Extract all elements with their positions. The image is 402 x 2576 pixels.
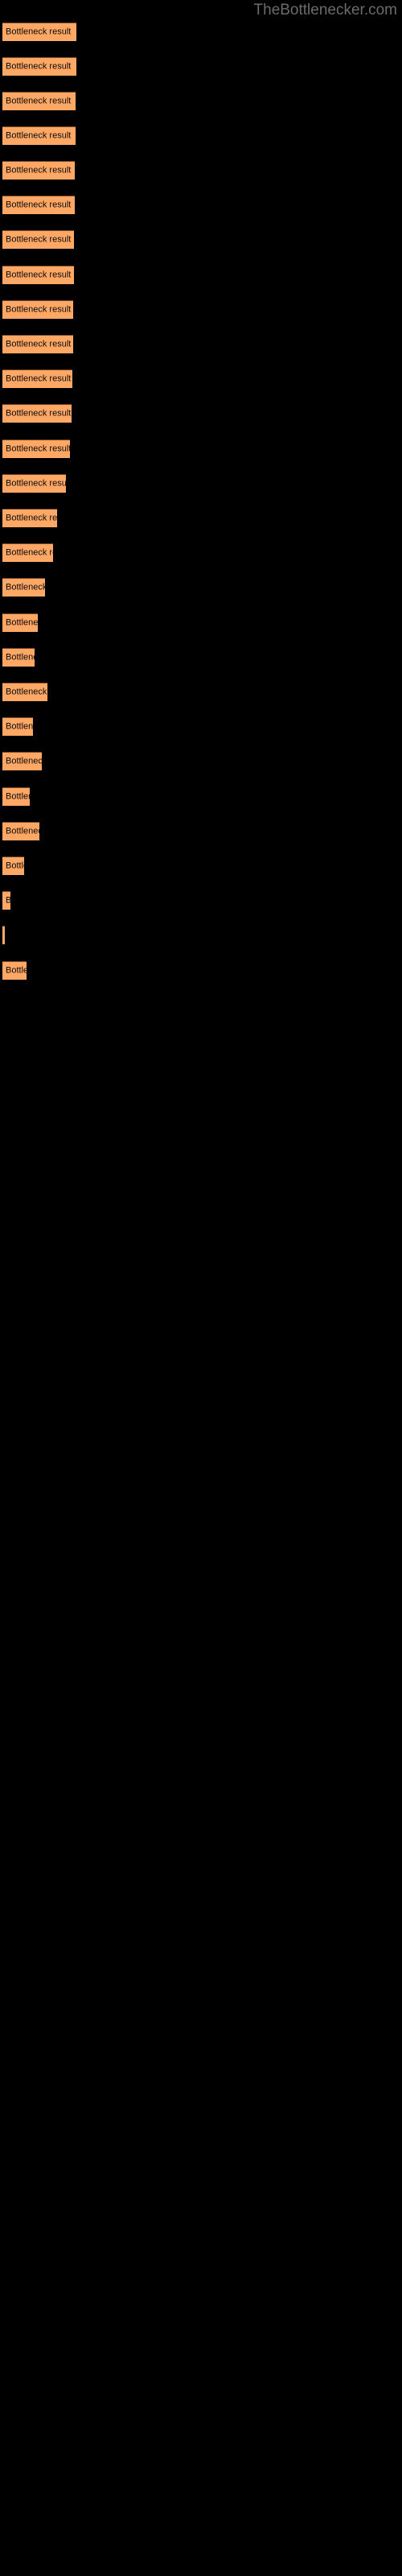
bar-bottleneck-result[interactable]: Bottleneck result [2,92,76,110]
bar-label: Bottleneck result [6,130,72,141]
bar-label: Bottleneck result [6,96,72,106]
bar-label: Bottleneck result [6,374,72,384]
bar-label: Bottleneck result [6,756,42,766]
bar-bottleneck-result[interactable]: Bottleneck result [2,404,72,423]
bar-label: Bottleneck result [6,444,70,454]
bar-label: Bottleneck result [6,791,30,802]
bar-bottleneck-result[interactable]: Bottleneck result [2,440,70,458]
bar-bottleneck-result[interactable]: Bottleneck result [2,300,73,319]
bar-bottleneck-result[interactable]: Bottleneck result [2,926,5,944]
bar-bottleneck-result[interactable]: Bottleneck result [2,961,27,980]
bar-label: Bottleneck result [6,582,45,592]
bar-bottleneck-result[interactable]: Bottleneck result [2,335,73,353]
bar-label: Bottleneck result [6,27,72,37]
bar-bottleneck-result[interactable]: Bottleneck result [2,474,66,493]
bar-bottleneck-result[interactable]: Bottleneck result [2,578,45,597]
bar-bottleneck-result[interactable]: Bottleneck result [2,57,76,76]
bar-bottleneck-result[interactable]: Bottleneck result [2,752,42,770]
bar-label: Bottleneck result [6,861,24,871]
bar-label: Bottleneck result [6,270,72,280]
bar-label: Bottleneck result [6,687,47,697]
bar-bottleneck-result[interactable]: Bottleneck result [2,717,33,736]
bar-bottleneck-result[interactable]: Bottleneck result [2,266,74,284]
bar-bottleneck-result[interactable]: Bottleneck result [2,683,47,701]
bar-label: Bottleneck result [6,965,27,976]
bar-bottleneck-result[interactable]: Bottleneck result [2,161,75,180]
bar-label: Bottleneck result [6,547,53,558]
bar-bottleneck-result[interactable]: Bottleneck result [2,543,53,562]
bar-bottleneck-result[interactable]: Bottleneck result [2,126,76,145]
bar-bottleneck-result[interactable]: Bottleneck result [2,23,76,41]
bar-label: Bottleneck result [6,165,72,175]
bar-label: Bottleneck result [6,826,39,836]
bar-bottleneck-result[interactable]: Bottleneck result [2,230,74,249]
bar-bottleneck-result[interactable]: Bottleneck result [2,822,39,840]
bar-label: Bottleneck result [6,896,10,906]
bar-label: Bottleneck result [6,408,72,419]
bar-bottleneck-result[interactable]: Bottleneck result [2,509,57,527]
bar-chart-plot-area: Bottleneck result Bottleneck result Bottle… [0,0,402,2576]
bar-bottleneck-result[interactable]: Bottleneck result [2,787,30,806]
bar-bottleneck-result[interactable]: Bottleneck result [2,891,10,910]
chart-root: TheBottlenecker.com Bottleneck result Bot… [0,0,402,2576]
bar-bottleneck-result[interactable]: Bottleneck result [2,648,35,667]
bar-label: Bottleneck result [6,513,57,523]
bar-label: Bottleneck result [6,721,33,732]
bar-label: Bottleneck result [6,617,38,628]
bar-label: Bottleneck result [6,652,35,663]
bar-label: Bottleneck result [6,339,72,349]
bar-bottleneck-result[interactable]: Bottleneck result [2,196,75,214]
bar-label: Bottleneck result [6,478,66,489]
bar-label: Bottleneck result [6,234,72,245]
bar-label: Bottleneck result [6,61,72,72]
bar-bottleneck-result[interactable]: Bottleneck result [2,613,38,632]
bar-label: Bottleneck result [6,304,72,315]
bar-bottleneck-result[interactable]: Bottleneck result [2,857,24,875]
bar-bottleneck-result[interactable]: Bottleneck result [2,369,72,388]
bar-label: Bottleneck result [6,200,72,210]
